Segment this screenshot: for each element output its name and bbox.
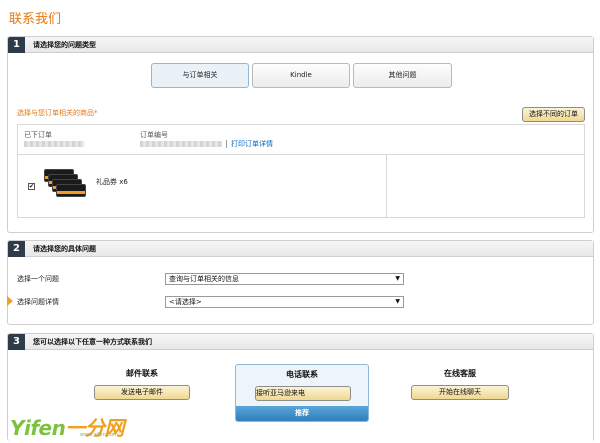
section-specific-question: 2 请选择您的具体问题 选择一个问题 选择问题详情 查询与订单相关的信息 ▼ <…	[7, 240, 594, 325]
question-label: 选择一个问题	[17, 275, 59, 283]
watermark-text-a: Yifen	[10, 416, 66, 440]
chevron-down-icon: ▼	[395, 298, 400, 305]
section-header: 3 您可以选择以下任意一种方式联系我们	[8, 334, 593, 350]
chat-contact-option: 在线客服 开始在线聊天	[411, 368, 509, 400]
step-number-badge: 2	[8, 241, 25, 257]
tab-kindle[interactable]: Kindle	[252, 63, 350, 88]
question-select[interactable]: 查询与订单相关的信息 ▼	[165, 273, 404, 285]
email-contact-title: 邮件联系	[126, 369, 158, 378]
redacted-order-number	[140, 141, 222, 147]
order-placed-label: 已下订单	[24, 131, 52, 139]
section-title: 您可以选择以下任意一种方式联系我们	[33, 338, 152, 346]
order-box: 已下订单 订单编号 打印订单详情 ✔ 礼品券 x6	[17, 124, 585, 218]
email-contact-option: 邮件联系 发送电子邮件	[94, 368, 190, 400]
required-marker: *	[94, 109, 98, 117]
step-number-badge: 3	[8, 334, 25, 350]
section-problem-type: 1 请选择您的问题类型 与订单相关 Kindle 其他问题 选择与您订单相关的商…	[7, 36, 594, 233]
phone-contact-title: 电话联系	[286, 370, 318, 379]
chevron-down-icon: ▼	[395, 275, 400, 282]
tab-other-issues[interactable]: 其他问题	[353, 63, 452, 88]
section-title: 请选择您的具体问题	[33, 245, 96, 253]
request-call-button[interactable]: 接听亚马逊来电	[255, 386, 351, 401]
order-number-label: 订单编号	[140, 131, 168, 139]
current-step-arrow-icon	[7, 296, 13, 306]
chat-contact-title: 在线客服	[444, 369, 476, 378]
divider	[386, 155, 387, 217]
question-detail-label: 选择问题详情	[17, 298, 59, 306]
start-chat-button[interactable]: 开始在线聊天	[411, 385, 509, 400]
question-detail-select-value: <请选择>	[169, 298, 202, 306]
section-header: 2 请选择您的具体问题	[8, 241, 593, 257]
question-select-value: 查询与订单相关的信息	[169, 275, 239, 283]
section-title: 请选择您的问题类型	[33, 41, 96, 49]
redacted-order-date	[24, 141, 84, 147]
site-watermark: Yifen一分网 www.yifen.com	[10, 412, 145, 440]
question-detail-select[interactable]: <请选择> ▼	[165, 296, 404, 308]
phone-contact-option: 电话联系 接听亚马逊来电 推荐	[235, 364, 369, 422]
divider	[226, 140, 227, 148]
gift-card-image	[56, 184, 86, 197]
watermark-url: www.yifen.com	[80, 432, 119, 438]
section-header: 1 请选择您的问题类型	[8, 37, 593, 53]
send-email-button[interactable]: 发送电子邮件	[94, 385, 190, 400]
item-name: 礼品券 x6	[96, 178, 128, 186]
select-item-prompt-text: 选择与您订单相关的商品	[17, 109, 94, 117]
print-order-details-link[interactable]: 打印订单详情	[231, 139, 273, 149]
tab-order-related[interactable]: 与订单相关	[151, 63, 249, 88]
order-header: 已下订单 订单编号 打印订单详情	[18, 125, 584, 155]
item-checkbox[interactable]: ✔	[28, 183, 35, 190]
step-number-badge: 1	[8, 37, 25, 53]
gift-card-stack-icon	[42, 169, 86, 201]
page-title: 联系我们	[9, 12, 62, 27]
select-item-prompt: 选择与您订单相关的商品*	[17, 108, 98, 118]
recommended-badge: 推荐	[236, 406, 368, 421]
select-different-order-button[interactable]: 选择不同的订单	[522, 107, 585, 122]
